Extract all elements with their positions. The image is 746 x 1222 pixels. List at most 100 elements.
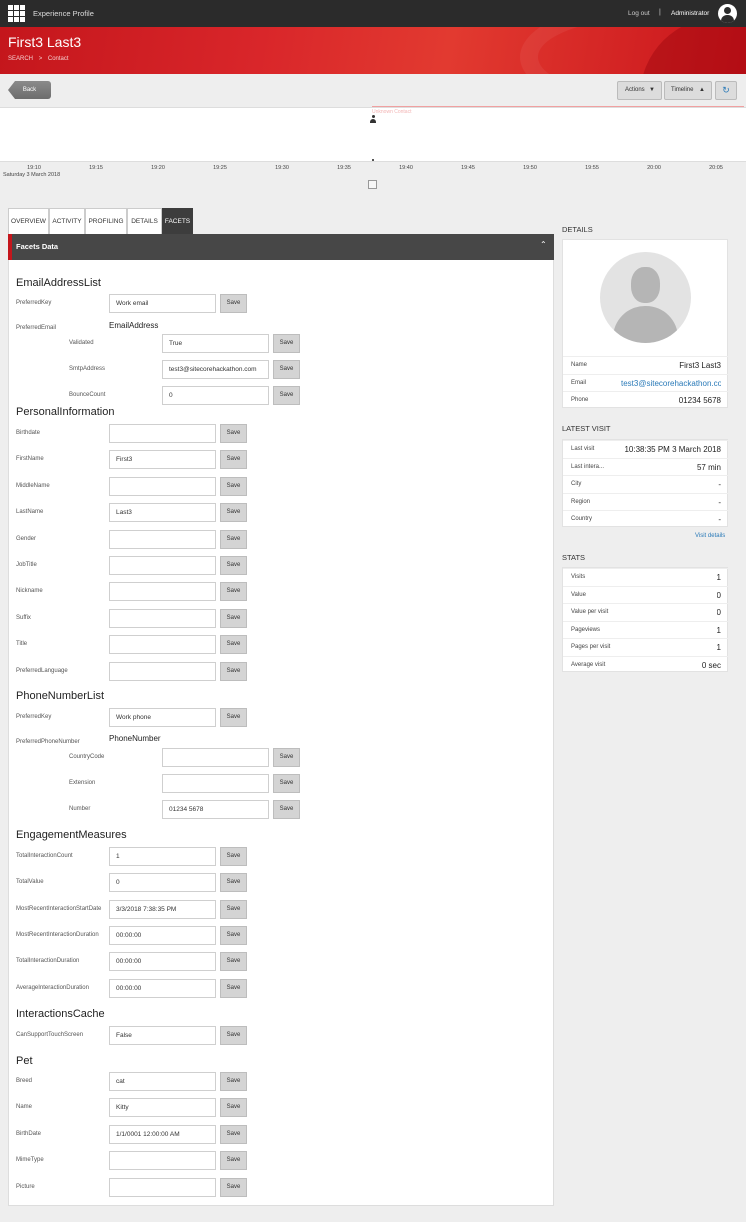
engagement-field-input[interactable]: 00:00:00	[109, 926, 216, 945]
app-grid-icon[interactable]	[8, 5, 25, 22]
personal-lastname-save-button[interactable]: Save	[220, 503, 247, 522]
pet-picture-save-button[interactable]: Save	[220, 1178, 247, 1197]
email-preferred-key-save-button[interactable]: Save	[220, 294, 247, 313]
engagement-field-label: AverageInteractionDuration	[16, 985, 89, 991]
user-avatar-icon[interactable]	[718, 4, 737, 23]
facets-panel-header[interactable]: Facets Data ⌃	[8, 234, 554, 260]
pet-breed-input[interactable]: cat	[109, 1072, 216, 1091]
personal-suffix-save-button[interactable]: Save	[220, 609, 247, 628]
engagement-field-save-button[interactable]: Save	[220, 979, 247, 998]
engagement-field-input[interactable]: 1	[109, 847, 216, 866]
pet-breed-save-button[interactable]: Save	[220, 1072, 247, 1091]
tab-activity[interactable]: ACTIVITY	[49, 208, 85, 234]
row-value[interactable]: test3@sitecorehackathon.com	[621, 379, 721, 388]
email-smtp-label: SmtpAddress	[69, 366, 106, 372]
personal-jobtitle-input[interactable]	[109, 556, 216, 575]
row-key: Average visit	[571, 661, 606, 668]
phone-extension-input[interactable]	[162, 774, 269, 793]
timeline-tick: 19:15	[89, 165, 103, 171]
timeline-button[interactable]: Timeline ▲	[664, 81, 712, 100]
phone-preferred-key-input[interactable]: Work phone	[109, 708, 216, 727]
cache-touchscreen-input[interactable]: False	[109, 1026, 216, 1045]
logout-link[interactable]: Log out	[628, 10, 650, 17]
pet-picture-input[interactable]	[109, 1178, 216, 1197]
engagement-field-save-button[interactable]: Save	[220, 847, 247, 866]
email-validated-label: Validated	[69, 340, 94, 346]
timeline-chart[interactable]: Unknown Contact	[0, 106, 746, 162]
engagement-field-input[interactable]: 00:00:00	[109, 979, 216, 998]
personal-middlename-input[interactable]	[109, 477, 216, 496]
engagement-field-save-button[interactable]: Save	[220, 926, 247, 945]
personal-firstname-input[interactable]: First3	[109, 450, 216, 469]
personal-nickname-input[interactable]	[109, 582, 216, 601]
refresh-icon: ↻	[722, 85, 730, 95]
tab-details[interactable]: DETAILS	[127, 208, 162, 234]
collapse-chevron-icon[interactable]: ⌃	[540, 240, 547, 249]
row-key: Country	[571, 516, 593, 522]
email-bounce-save-button[interactable]: Save	[273, 386, 300, 405]
engagement-field-input[interactable]: 3/3/2018 7:38:35 PM	[109, 900, 216, 919]
pet-birthdate-input[interactable]: 1/1/0001 12:00:00 AM	[109, 1125, 216, 1144]
personal-suffix-input[interactable]	[109, 609, 216, 628]
pet-name-save-button[interactable]: Save	[220, 1098, 247, 1117]
phone-country-code-input[interactable]	[162, 748, 269, 767]
user-name[interactable]: Administrator	[671, 10, 709, 17]
phone-preferred-key-save-button[interactable]: Save	[220, 708, 247, 727]
engagement-field-input[interactable]: 0	[109, 873, 216, 892]
personal-nickname-save-button[interactable]: Save	[220, 582, 247, 601]
personal-birthdate-save-button[interactable]: Save	[220, 424, 247, 443]
stats-row: Average visit 0 sec	[563, 655, 729, 674]
engagement-field-input[interactable]: 00:00:00	[109, 952, 216, 971]
email-bounce-input[interactable]: 0	[162, 386, 269, 405]
row-key: City	[571, 481, 582, 487]
timeline-tick: 20:00	[647, 165, 661, 171]
phone-number-input[interactable]: 01234 5678	[162, 800, 269, 819]
personal-preferredlanguage-save-button[interactable]: Save	[220, 662, 247, 681]
actions-button[interactable]: Actions ▼	[617, 81, 662, 100]
tab-facets[interactable]: FACETS	[162, 208, 193, 234]
contact-marker-icon[interactable]	[370, 115, 376, 123]
email-smtp-save-button[interactable]: Save	[273, 360, 300, 379]
personal-middlename-save-button[interactable]: Save	[220, 477, 247, 496]
phone-country-code-save-button[interactable]: Save	[273, 748, 300, 767]
email-preferred-key-input[interactable]: Work email	[109, 294, 216, 313]
phone-number-subtitle: PhoneNumber	[109, 734, 161, 743]
personal-gender-save-button[interactable]: Save	[220, 530, 247, 549]
pet-mimetype-save-button[interactable]: Save	[220, 1151, 247, 1170]
email-validated-save-button[interactable]: Save	[273, 334, 300, 353]
pet-mimetype-input[interactable]	[109, 1151, 216, 1170]
personal-lastname-input[interactable]: Last3	[109, 503, 216, 522]
refresh-button[interactable]: ↻	[715, 81, 737, 100]
personal-gender-input[interactable]	[109, 530, 216, 549]
pet-birthdate-save-button[interactable]: Save	[220, 1125, 247, 1144]
tab-overview[interactable]: OVERVIEW	[8, 208, 49, 234]
email-validated-input[interactable]: True	[162, 334, 269, 353]
personal-title-input[interactable]	[109, 635, 216, 654]
stats-row: Value 0	[563, 585, 729, 604]
engagement-field-save-button[interactable]: Save	[220, 873, 247, 892]
phone-number-save-button[interactable]: Save	[273, 800, 300, 819]
personal-preferredlanguage-label: PreferredLanguage	[16, 668, 68, 674]
email-smtp-input[interactable]: test3@sitecorehackathon.com	[162, 360, 269, 379]
cache-touchscreen-save-button[interactable]: Save	[220, 1026, 247, 1045]
breadcrumb-search[interactable]: SEARCH	[8, 56, 33, 62]
engagement-field-label: TotalValue	[16, 879, 44, 885]
engagement-field-save-button[interactable]: Save	[220, 900, 247, 919]
tab-profiling[interactable]: PROFILING	[85, 208, 127, 234]
visit-details-link[interactable]: Visit details	[695, 533, 725, 539]
breadcrumb-separator: >	[38, 56, 43, 62]
personal-birthdate-input[interactable]	[109, 424, 216, 443]
pet-picture-label: Picture	[16, 1184, 35, 1190]
phone-extension-save-button[interactable]: Save	[273, 774, 300, 793]
personal-jobtitle-save-button[interactable]: Save	[220, 556, 247, 575]
engagement-field-save-button[interactable]: Save	[220, 952, 247, 971]
back-button[interactable]: Back	[8, 81, 51, 99]
actions-label: Actions	[625, 87, 645, 93]
personal-preferredlanguage-input[interactable]	[109, 662, 216, 681]
personal-title-save-button[interactable]: Save	[220, 635, 247, 654]
timeline-scroll-handle[interactable]	[368, 180, 377, 189]
breadcrumb-contact[interactable]: Contact	[48, 56, 69, 62]
personal-firstname-save-button[interactable]: Save	[220, 450, 247, 469]
pet-name-input[interactable]: Kitty	[109, 1098, 216, 1117]
row-key: Email	[571, 379, 587, 386]
